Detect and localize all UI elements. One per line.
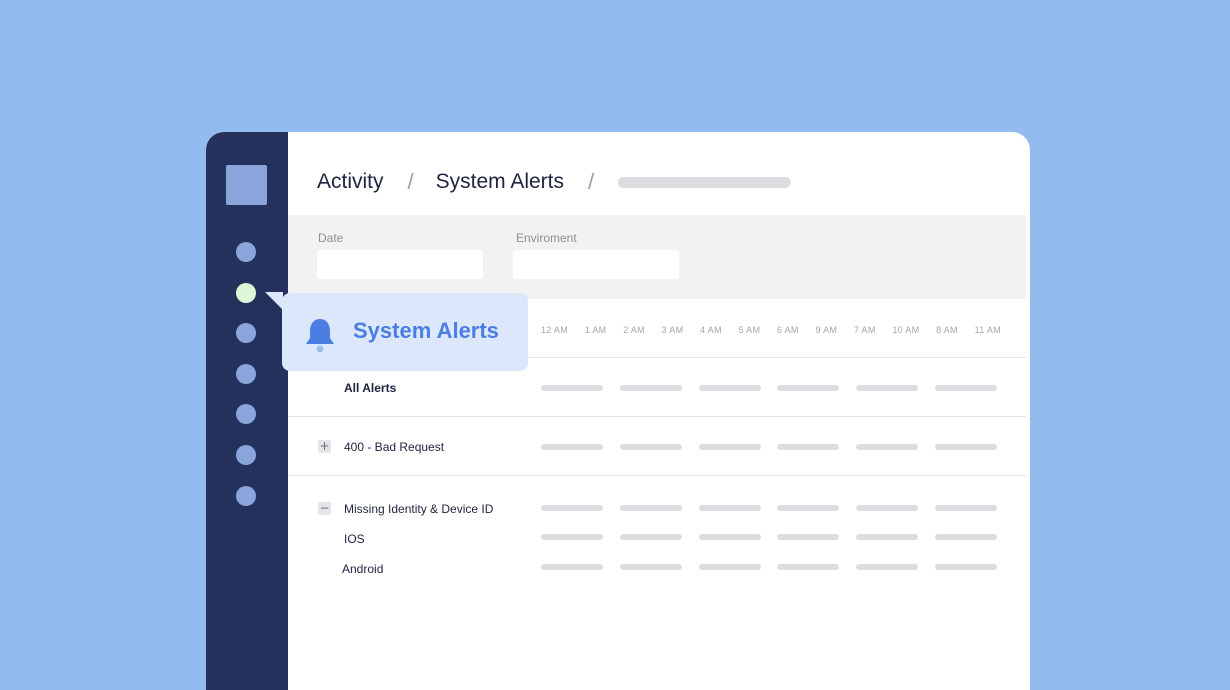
breadcrumb-system-alerts[interactable]: System Alerts [436, 170, 564, 194]
table-divider [288, 475, 1026, 476]
date-filter-input[interactable] [317, 250, 483, 279]
sidebar-nav-item-5[interactable] [236, 404, 256, 424]
sidebar-nav-item-system-alerts[interactable] [236, 283, 256, 303]
tooltip-title: System Alerts [353, 318, 499, 343]
hour-label: 5 AM [738, 325, 761, 335]
timeline-bar [777, 564, 840, 570]
timeline-bar [541, 505, 603, 511]
timeline-bar [698, 505, 761, 511]
timeline-bar [619, 564, 682, 570]
row-timeline-bad-request [541, 444, 997, 450]
bell-icon [306, 319, 334, 353]
app-logo[interactable] [226, 165, 267, 205]
system-alerts-tooltip: System Alerts [282, 293, 528, 371]
timeline-bar [619, 505, 682, 511]
timeline-bar [777, 505, 840, 511]
sidebar-nav-item-1[interactable] [236, 242, 256, 262]
timeline-bar [541, 385, 603, 391]
time-axis: 12 AM 1 AM 2 AM 3 AM 4 AM 5 AM 6 AM 9 AM… [541, 325, 1001, 335]
environment-filter-input[interactable] [513, 250, 679, 279]
sidebar-nav-item-7[interactable] [236, 486, 256, 506]
app-window: Activity / System Alerts / Date Envirome… [206, 132, 1030, 690]
timeline-bar [777, 534, 840, 540]
hour-label: 2 AM [623, 325, 645, 335]
sidebar-nav-item-4[interactable] [236, 364, 256, 384]
timeline-bar [619, 444, 682, 450]
breadcrumb-separator: / [407, 169, 414, 194]
filter-panel: Date Enviroment [288, 215, 1026, 299]
hour-label: 8 AM [936, 325, 958, 335]
sidebar [206, 132, 288, 690]
timeline-bar [934, 564, 997, 570]
table-divider [288, 416, 1026, 417]
timeline-bar [698, 564, 761, 570]
hour-label: 11 AM [974, 325, 1001, 335]
row-timeline-android [541, 564, 997, 570]
timeline-bar [856, 385, 919, 391]
hour-label: 7 AM [853, 325, 876, 335]
timeline-bar [856, 564, 919, 570]
row-label-bad-request[interactable]: 400 - Bad Request [344, 440, 444, 454]
timeline-bar [777, 444, 840, 450]
timeline-bar [698, 444, 761, 450]
timeline-bar [934, 505, 997, 511]
timeline-bar [698, 385, 761, 391]
breadcrumb-placeholder [618, 176, 792, 188]
hour-label: 6 AM [777, 325, 799, 335]
hour-label: 4 AM [700, 325, 722, 335]
timeline-bar [777, 385, 840, 391]
timeline-bar [934, 534, 997, 540]
collapse-button[interactable]: − [318, 502, 331, 515]
timeline-bar [541, 444, 603, 450]
timeline-bar [934, 444, 997, 450]
expand-button[interactable]: + [318, 440, 331, 453]
hour-label: 3 AM [661, 325, 684, 335]
hour-label: 1 AM [584, 325, 607, 335]
sidebar-nav-item-6[interactable] [236, 445, 256, 465]
breadcrumb: Activity / System Alerts / [317, 169, 792, 194]
row-label-ios[interactable]: IOS [344, 532, 365, 546]
row-label-missing-identity[interactable]: Missing Identity & Device ID [344, 502, 493, 516]
tooltip-arrow [265, 292, 283, 310]
hour-label: 10 AM [892, 325, 920, 335]
row-timeline-ios [541, 534, 997, 540]
timeline-bar [541, 534, 603, 540]
timeline-bar [856, 444, 919, 450]
main-content: Activity / System Alerts / Date Envirome… [288, 132, 1030, 690]
hour-label: 9 AM [815, 325, 838, 335]
timeline-bar [934, 385, 997, 391]
environment-filter-label: Enviroment [516, 231, 577, 245]
breadcrumb-activity[interactable]: Activity [317, 170, 384, 194]
row-label-android[interactable]: Android [342, 562, 383, 576]
row-timeline-missing-identity [541, 505, 997, 511]
date-filter-label: Date [318, 231, 344, 245]
timeline-bar [541, 564, 603, 570]
timeline-bar [698, 534, 761, 540]
timeline-bar [619, 534, 682, 540]
timeline-bar [856, 505, 919, 511]
breadcrumb-separator: / [588, 169, 595, 194]
hour-label: 12 AM [541, 325, 569, 335]
sidebar-nav-item-3[interactable] [236, 323, 256, 343]
row-label-all-alerts[interactable]: All Alerts [344, 381, 396, 395]
timeline-bar [856, 534, 919, 540]
row-timeline-all-alerts [541, 385, 997, 391]
timeline-bar [619, 385, 682, 391]
